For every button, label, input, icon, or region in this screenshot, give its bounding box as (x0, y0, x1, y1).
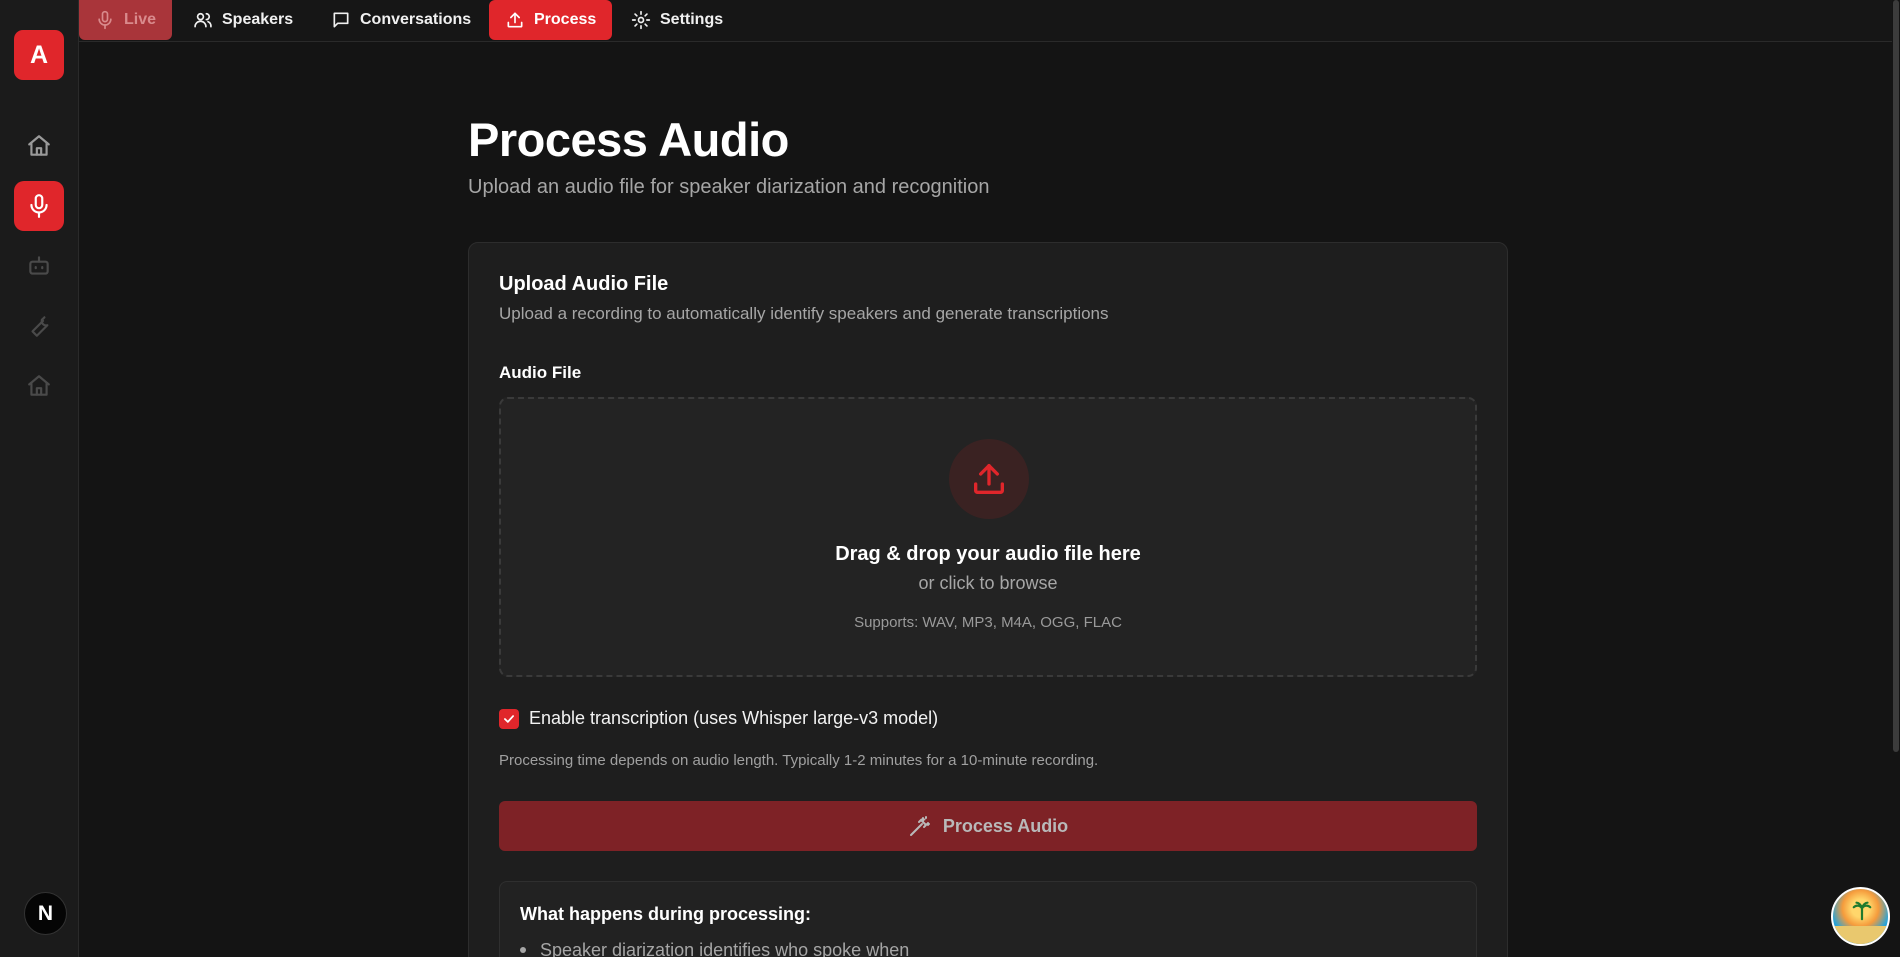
scrollbar[interactable] (1892, 0, 1900, 957)
tropical-badge-icon[interactable] (1831, 887, 1890, 946)
tab-process[interactable]: Process (489, 0, 613, 40)
sidebar-item-home-alt[interactable] (14, 361, 64, 411)
microphone-icon (98, 10, 112, 30)
tab-label: Speakers (222, 11, 294, 28)
info-title: What happens during processing: (520, 904, 812, 924)
process-button-label: Process Audio (942, 815, 1069, 836)
microphone-icon (30, 194, 48, 218)
card-description: Upload a recording to automatically iden… (499, 304, 1109, 323)
users-icon (194, 12, 212, 28)
transcription-option[interactable]: Enable transcription (uses Whisper large… (499, 708, 938, 729)
home-alt-icon (28, 375, 50, 396)
processing-time-note: Processing time depends on audio length.… (499, 752, 1099, 769)
top-nav: Live Speakers Conversations Process Sett… (79, 0, 1900, 42)
page-subtitle: Upload an audio file for speaker diariza… (468, 176, 990, 198)
magic-wand-icon (909, 816, 930, 836)
dropzone-main-text: Drag & drop your audio file here (835, 543, 1141, 565)
processing-info-box: What happens during processing: Speaker … (499, 881, 1477, 957)
app-logo[interactable]: A (14, 30, 64, 80)
sidebar-item-live[interactable] (14, 181, 64, 231)
wrench-icon (31, 316, 49, 337)
list-item-text: Speaker diarization identifies who spoke… (540, 940, 910, 957)
info-list: Speaker diarization identifies who spoke… (520, 938, 909, 957)
check-icon (504, 714, 514, 723)
sidebar-item-tools[interactable] (14, 301, 64, 351)
dropzone-supported-formats: Supports: WAV, MP3, M4A, OGG, FLAC (854, 614, 1122, 631)
card-title: Upload Audio File (499, 273, 669, 295)
audio-file-label: Audio File (499, 363, 582, 382)
upload-icon (974, 464, 1004, 494)
home-icon (28, 135, 50, 156)
audio-dropzone[interactable]: Drag & drop your audio file here or clic… (499, 397, 1477, 677)
sidebar: A N (0, 0, 79, 957)
transcription-checkbox[interactable] (499, 708, 519, 729)
upload-icon-circle (949, 439, 1029, 519)
page-title: Process Audio (468, 113, 789, 166)
tab-conversations[interactable]: Conversations (315, 0, 487, 40)
message-square-icon (333, 12, 349, 28)
tab-label: Live (124, 11, 157, 28)
process-audio-button[interactable]: Process Audio (499, 801, 1477, 851)
scrollbar-thumb[interactable] (1893, 0, 1899, 752)
transcription-label[interactable]: Enable transcription (uses Whisper large… (529, 708, 938, 729)
palm-tree-icon (1852, 901, 1872, 921)
upload-icon (507, 12, 523, 28)
tab-label: Process (534, 11, 597, 28)
tab-speakers[interactable]: Speakers (177, 0, 309, 40)
gear-icon (631, 10, 651, 30)
dropzone-browse-text: or click to browse (918, 573, 1058, 593)
bot-icon (29, 256, 49, 275)
list-item: Speaker diarization identifies who spoke… (520, 938, 909, 957)
sidebar-item-home[interactable] (14, 121, 64, 171)
user-avatar[interactable]: N (24, 892, 67, 935)
upload-card: Upload Audio File Upload a recording to … (468, 242, 1508, 957)
tab-live[interactable]: Live (79, 0, 173, 40)
tab-label: Settings (660, 11, 724, 28)
tab-label: Conversations (360, 11, 472, 28)
sand-shape (1833, 926, 1888, 944)
tab-settings[interactable]: Settings (615, 0, 739, 40)
sidebar-item-bot[interactable] (14, 241, 64, 291)
